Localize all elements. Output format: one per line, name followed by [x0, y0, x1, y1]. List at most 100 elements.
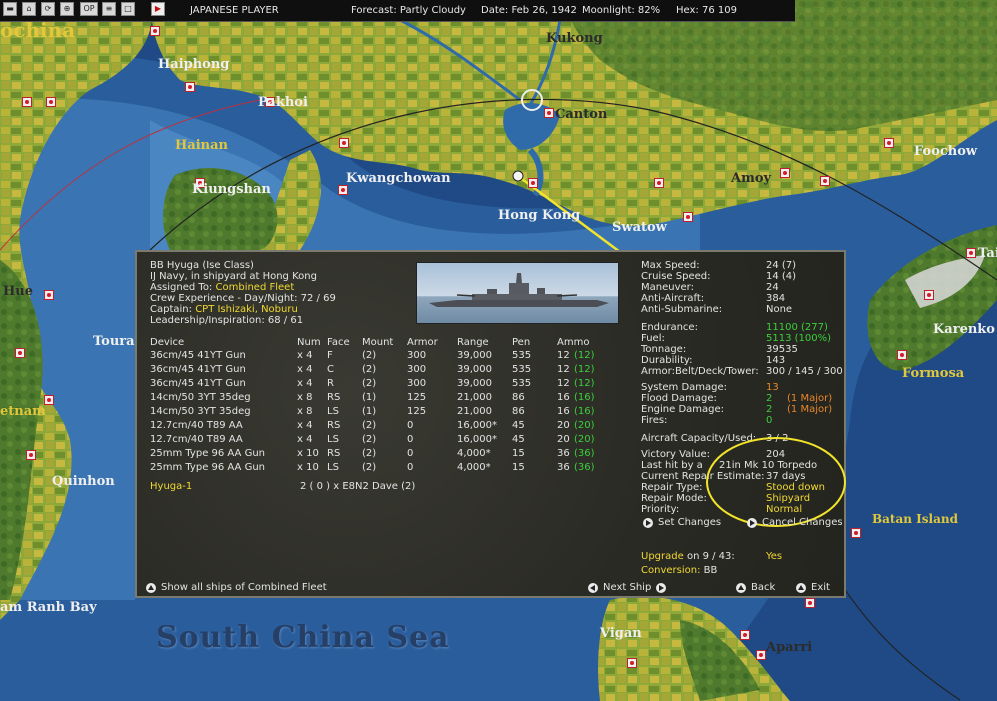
device-device-cell[interactable]: 25mm Type 96 AA Gun — [150, 462, 265, 473]
base-marker[interactable] — [654, 178, 664, 188]
device-ammo-cell: 16 — [557, 406, 570, 417]
conversion-row: Conversion: BB — [641, 565, 718, 576]
col-range: Range — [457, 337, 489, 348]
device-ammo-max-cell: (36) — [574, 462, 595, 473]
stat-value: None — [766, 304, 793, 315]
base-marker[interactable] — [820, 176, 830, 186]
refresh-icon[interactable]: ⟳ — [41, 2, 55, 16]
device-device-cell[interactable]: 36cm/45 41YT Gun — [150, 378, 246, 389]
next-ship-button[interactable]: Next Ship — [588, 582, 667, 593]
device-mount-cell: (1) — [362, 392, 377, 403]
base-marker[interactable] — [544, 108, 554, 118]
forecast-label: Forecast: Partly Cloudy — [351, 5, 466, 16]
device-armor-cell: 0 — [407, 434, 414, 445]
base-marker[interactable] — [26, 450, 36, 460]
base-marker[interactable] — [805, 598, 815, 608]
cancel-changes-button[interactable]: Cancel Changes — [747, 517, 843, 528]
device-mount-cell: (2) — [362, 378, 377, 389]
reports-icon[interactable]: ⌂ — [22, 2, 36, 16]
captain-name-link[interactable]: CPT Ishizaki, Noburu — [195, 304, 298, 315]
base-marker[interactable] — [780, 168, 790, 178]
device-armor-cell: 0 — [407, 462, 414, 473]
device-num-cell: x 4 — [297, 434, 313, 445]
base-marker[interactable] — [756, 650, 766, 660]
arrow-left-icon — [588, 582, 598, 593]
map-label-haiphong: Haiphong — [158, 57, 230, 72]
ship-photo — [416, 262, 619, 324]
device-range-cell: 39,000 — [457, 378, 492, 389]
base-marker[interactable] — [338, 185, 348, 195]
device-device-cell[interactable]: 14cm/50 3YT 35deg — [150, 406, 251, 417]
device-num-cell: x 10 — [297, 462, 319, 473]
base-marker[interactable] — [740, 630, 750, 640]
moonlight-label: Moonlight: 82% — [582, 5, 661, 16]
upgrade-value[interactable]: Yes — [766, 551, 782, 562]
map-label-kukong: Kukong — [546, 31, 603, 46]
base-marker[interactable] — [150, 26, 160, 36]
device-armor-cell: 0 — [407, 448, 414, 459]
col-num: Num — [297, 337, 321, 348]
leadership: Leadership/Inspiration: 68 / 61 — [150, 315, 304, 326]
device-device-cell[interactable]: 36cm/45 41YT Gun — [150, 364, 246, 375]
show-all-ships-button[interactable]: Show all ships of Combined Fleet — [146, 582, 327, 593]
base-marker[interactable] — [15, 348, 25, 358]
base-marker[interactable] — [46, 97, 56, 107]
play-turn-icon[interactable]: ▶ — [151, 2, 165, 16]
device-ammo-max-cell: (12) — [574, 364, 595, 375]
list-icon[interactable]: ≡ — [102, 2, 116, 16]
arrow-right-icon — [643, 517, 653, 528]
assigned-fleet-link[interactable]: Combined Fleet — [216, 282, 295, 293]
device-face-cell: RS — [327, 420, 341, 431]
upgrade-link[interactable]: Upgrade — [641, 551, 684, 562]
map-label-aparri: Aparri — [766, 640, 813, 655]
device-num-cell: x 4 — [297, 364, 313, 375]
back-button[interactable]: Back — [736, 582, 775, 593]
ship-status: IJ Navy, in shipyard at Hong Kong — [150, 271, 317, 282]
base-marker[interactable] — [897, 350, 907, 360]
target-icon[interactable]: ⊕ — [60, 2, 74, 16]
op-icon[interactable]: OP — [80, 2, 98, 16]
map-label-tai: Tai — [978, 246, 997, 261]
device-device-cell[interactable]: 12.7cm/40 T89 AA — [150, 434, 243, 445]
device-device-cell[interactable]: 12.7cm/40 T89 AA — [150, 420, 243, 431]
device-num-cell: x 4 — [297, 350, 313, 361]
col-face: Face — [327, 337, 350, 348]
base-marker[interactable] — [22, 97, 32, 107]
window-icon[interactable]: □ — [121, 2, 135, 16]
map-label-hongkong: Hong Kong — [498, 208, 581, 223]
device-mount-cell: (2) — [362, 462, 377, 473]
device-armor-cell: 300 — [407, 350, 427, 361]
base-marker[interactable] — [528, 178, 538, 188]
set-changes-button[interactable]: Set Changes — [643, 517, 721, 528]
menu-icon[interactable]: ▬ — [3, 2, 17, 16]
base-marker[interactable] — [924, 290, 934, 300]
ship-detail-panel: BB Hyuga (Ise Class) IJ Navy, in shipyar… — [135, 250, 846, 598]
device-armor-cell: 125 — [407, 392, 427, 403]
air-group-link[interactable]: Hyuga-1 — [150, 481, 192, 492]
col-ammo: Ammo — [557, 337, 590, 348]
base-marker[interactable] — [44, 290, 54, 300]
stat-value: 0 — [766, 415, 773, 426]
arrow-right-icon — [656, 582, 667, 593]
device-device-cell[interactable]: 36cm/45 41YT Gun — [150, 350, 246, 361]
exit-button[interactable]: Exit — [796, 582, 830, 593]
device-pen-cell: 86 — [512, 392, 525, 403]
stat-value: 384 — [766, 293, 786, 304]
base-marker[interactable] — [966, 248, 976, 258]
device-face-cell: LS — [327, 434, 339, 445]
device-device-cell[interactable]: 14cm/50 3YT 35deg — [150, 392, 251, 403]
stat-value: 2 — [766, 404, 773, 415]
base-marker[interactable] — [185, 82, 195, 92]
base-marker[interactable] — [884, 138, 894, 148]
device-pen-cell: 535 — [512, 378, 532, 389]
device-device-cell[interactable]: 25mm Type 96 AA Gun — [150, 448, 265, 459]
col-device: Device — [150, 337, 185, 348]
base-marker[interactable] — [627, 658, 637, 668]
base-marker[interactable] — [683, 212, 693, 222]
map-label-vigan: Vigan — [600, 626, 642, 641]
stat-label: Flood Damage: — [641, 393, 717, 404]
base-marker[interactable] — [339, 138, 349, 148]
col-mount: Mount — [362, 337, 394, 348]
device-ammo-max-cell: (12) — [574, 350, 595, 361]
ship-title: BB Hyuga (Ise Class) — [150, 260, 254, 271]
